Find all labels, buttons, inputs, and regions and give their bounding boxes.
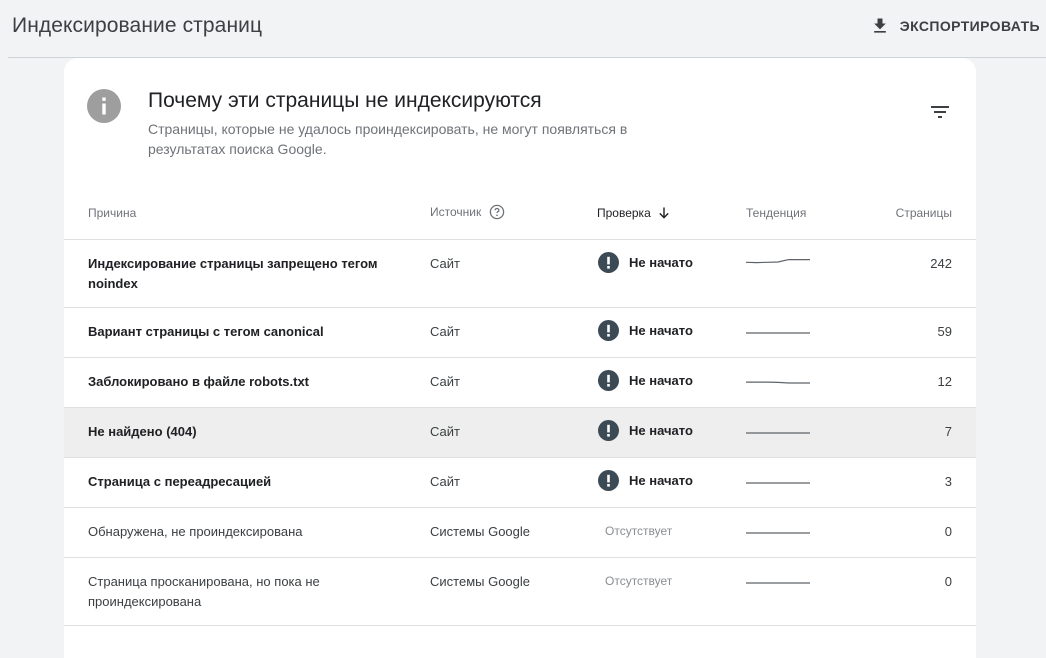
export-label: ЭКСПОРТИРОВАТЬ bbox=[899, 18, 1040, 34]
table-body: Индексирование страницы запрещено тегом … bbox=[64, 240, 976, 626]
card-description: Страницы, которые не удалось проиндексир… bbox=[148, 121, 628, 157]
row-pages-count: 3 bbox=[944, 474, 952, 489]
trend-sparkline bbox=[746, 432, 810, 434]
column-header-reason[interactable]: Причина bbox=[88, 206, 136, 220]
not-indexed-card: Почему эти страницы не индексируются Стр… bbox=[64, 58, 976, 658]
row-reason: Заблокировано в файле robots.txt bbox=[88, 374, 310, 389]
row-check-label: Не начато bbox=[629, 423, 693, 438]
page-title: Индексирование страниц bbox=[12, 14, 263, 37]
trend-sparkline bbox=[746, 582, 810, 584]
exclamation-circle-icon bbox=[598, 420, 619, 441]
row-source: Сайт bbox=[430, 374, 460, 389]
trend-sparkline bbox=[746, 482, 810, 484]
trend-sparkline bbox=[746, 332, 810, 334]
row-check-status: Отсутствует bbox=[605, 574, 672, 588]
column-header-pages[interactable]: Страницы bbox=[896, 206, 952, 220]
table-row[interactable]: Страница с переадресацией Сайт Не начато 3 bbox=[64, 458, 976, 508]
row-reason: Обнаружена, не проиндексирована bbox=[88, 524, 303, 539]
exclamation-circle-icon bbox=[598, 252, 619, 273]
row-check-label: Не начато bbox=[629, 323, 693, 338]
table-row[interactable]: Не найдено (404) Сайт Не начато 7 bbox=[64, 408, 976, 458]
row-check-status: Не начато bbox=[598, 320, 693, 341]
row-pages-count: 12 bbox=[937, 374, 952, 389]
row-reason: Не найдено (404) bbox=[88, 424, 197, 439]
exclamation-circle-icon bbox=[598, 320, 619, 341]
trend-sparkline bbox=[746, 381, 810, 384]
table-row[interactable]: Обнаружена, не проиндексирована Системы G… bbox=[64, 508, 976, 558]
row-pages-count: 0 bbox=[944, 524, 952, 539]
row-source: Сайт bbox=[430, 474, 460, 489]
row-check-label: Отсутствует bbox=[605, 574, 673, 588]
help-circle-icon[interactable] bbox=[489, 204, 505, 220]
row-check-status: Отсутствует bbox=[605, 524, 672, 538]
row-pages-count: 0 bbox=[944, 574, 952, 589]
column-header-label: Тенденция bbox=[746, 206, 807, 220]
table-row[interactable]: Страница просканирована, но пока не прои… bbox=[64, 558, 976, 626]
column-header-label: Причина bbox=[88, 206, 137, 220]
row-pages-count: 7 bbox=[944, 424, 952, 439]
top-bar: Индексирование страниц ЭКСПОРТИРОВАТЬ bbox=[0, 0, 1046, 58]
table-row[interactable]: Заблокировано в файле robots.txt Сайт Не н… bbox=[64, 358, 976, 408]
trend-line bbox=[746, 259, 810, 264]
row-check-status: Не начато bbox=[598, 370, 693, 391]
table-row[interactable]: Вариант страницы с тегом canonical Сайт Не… bbox=[64, 308, 976, 358]
row-check-status: Не начато bbox=[598, 470, 693, 491]
row-check-label: Не начато bbox=[629, 373, 693, 388]
exclamation-circle-icon bbox=[598, 370, 619, 391]
row-source: Сайт bbox=[430, 324, 460, 339]
row-source: Сайт bbox=[430, 256, 460, 271]
row-pages-count: 59 bbox=[937, 324, 952, 339]
trend-sparkline bbox=[746, 532, 810, 534]
exclamation-circle-icon bbox=[598, 470, 619, 491]
table-row[interactable]: Индексирование страницы запрещено тегом … bbox=[64, 240, 976, 308]
row-check-status: Не начато bbox=[598, 420, 693, 441]
row-source: Системы Google bbox=[430, 574, 531, 589]
table-header: Причина Источник Проверка Тенденция Стра… bbox=[64, 190, 976, 240]
row-reason: Индексирование страницы запрещено тегом … bbox=[88, 256, 378, 291]
column-header-label: Страницы bbox=[895, 206, 952, 220]
row-reason: Вариант страницы с тегом canonical bbox=[88, 324, 324, 339]
row-check-label: Отсутствует bbox=[605, 524, 673, 538]
row-check-status: Не начато bbox=[598, 252, 693, 273]
download-icon bbox=[873, 18, 886, 33]
column-header-label: Источник bbox=[430, 205, 482, 219]
trend-sparkline bbox=[746, 259, 810, 264]
arrow-down-icon bbox=[659, 207, 669, 219]
export-button[interactable]: ЭКСПОРТИРОВАТЬ bbox=[870, 14, 1040, 38]
info-icon bbox=[87, 89, 121, 123]
column-header-trend: Тенденция bbox=[746, 206, 806, 220]
row-source: Сайт bbox=[430, 424, 460, 439]
trend-line bbox=[746, 381, 810, 384]
row-check-label: Не начато bbox=[629, 255, 693, 270]
row-reason: Страница с переадресацией bbox=[88, 474, 272, 489]
row-check-label: Не начато bbox=[629, 473, 693, 488]
filter-icon[interactable] bbox=[928, 100, 952, 124]
row-reason: Страница просканирована, но пока не прои… bbox=[88, 574, 320, 609]
column-header-check[interactable]: Проверка bbox=[597, 206, 671, 220]
row-pages-count: 242 bbox=[930, 256, 952, 271]
row-source: Системы Google bbox=[430, 524, 531, 539]
column-header-label: Проверка bbox=[597, 206, 651, 220]
column-header-source[interactable]: Источник bbox=[430, 204, 505, 220]
card-title: Почему эти страницы не индексируются bbox=[148, 89, 542, 112]
